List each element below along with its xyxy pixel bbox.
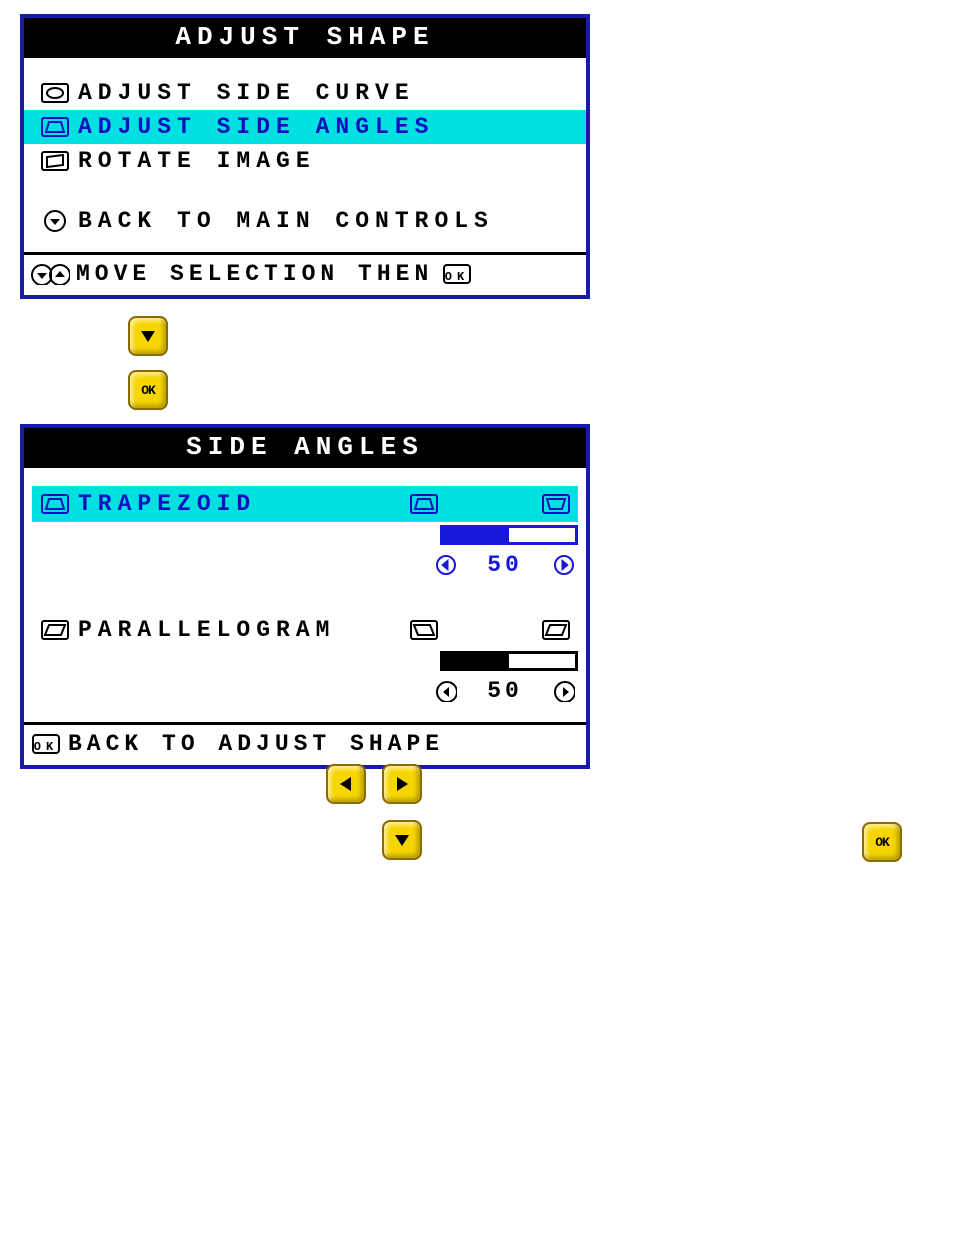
panel-title: SIDE ANGLES bbox=[24, 428, 586, 468]
menu-item-adjust-side-curve[interactable]: ADJUST SIDE CURVE bbox=[24, 76, 586, 110]
trapezoid-narrow-top-icon bbox=[410, 492, 438, 516]
panel-title: ADJUST SHAPE bbox=[24, 18, 586, 58]
menu-item-adjust-side-angles[interactable]: ADJUST SIDE ANGLES bbox=[24, 110, 586, 144]
parallelogram-icon bbox=[32, 618, 78, 642]
decrease-left-icon[interactable] bbox=[432, 680, 459, 702]
ok-icon bbox=[32, 732, 60, 756]
down-in-circle-icon bbox=[32, 209, 78, 233]
parallelogram-value: 50 bbox=[459, 678, 551, 704]
hw-down-button[interactable] bbox=[128, 316, 168, 356]
up-in-circle-icon bbox=[48, 263, 70, 285]
side-angles-item-trapezoid[interactable]: TRAPEZOID bbox=[32, 486, 578, 522]
footer-text: MOVE SELECTION THEN bbox=[76, 261, 433, 287]
parallelogram-left-icon bbox=[410, 618, 438, 642]
hw-down-button[interactable] bbox=[382, 820, 422, 860]
side-angles-panel: SIDE ANGLES TRAPEZOID 50 bbox=[20, 424, 590, 769]
hw-left-button[interactable] bbox=[326, 764, 366, 804]
decrease-left-icon[interactable] bbox=[432, 554, 459, 576]
menu-item-rotate-image[interactable]: ROTATE IMAGE bbox=[24, 144, 586, 178]
trapezoid-icon bbox=[32, 115, 78, 139]
hw-ok-button[interactable] bbox=[128, 370, 168, 410]
side-angles-item-parallelogram[interactable]: PARALLELOGRAM bbox=[32, 612, 578, 648]
parallelogram-value-bar bbox=[440, 651, 578, 671]
panel-footer: BACK TO ADJUST SHAPE bbox=[24, 725, 586, 765]
menu-item-back-to-main[interactable]: BACK TO MAIN CONTROLS bbox=[24, 204, 586, 238]
hw-right-button[interactable] bbox=[382, 764, 422, 804]
trapezoid-value: 50 bbox=[459, 552, 551, 578]
parallelogram-right-icon bbox=[542, 618, 570, 642]
trapezoid-narrow-bottom-icon bbox=[542, 492, 570, 516]
panel-footer: MOVE SELECTION THEN bbox=[24, 255, 586, 295]
hw-ok-button[interactable] bbox=[862, 822, 902, 862]
trapezoid-value-bar bbox=[440, 525, 578, 545]
footer-text: BACK TO ADJUST SHAPE bbox=[68, 731, 444, 757]
pincushion-icon bbox=[32, 81, 78, 105]
increase-right-icon[interactable] bbox=[551, 554, 578, 576]
rotate-icon bbox=[32, 149, 78, 173]
increase-right-icon[interactable] bbox=[551, 680, 578, 702]
ok-icon bbox=[443, 262, 471, 286]
adjust-shape-panel: ADJUST SHAPE ADJUST SIDE CURVE ADJUST SI… bbox=[20, 14, 590, 299]
trapezoid-icon bbox=[32, 492, 78, 516]
